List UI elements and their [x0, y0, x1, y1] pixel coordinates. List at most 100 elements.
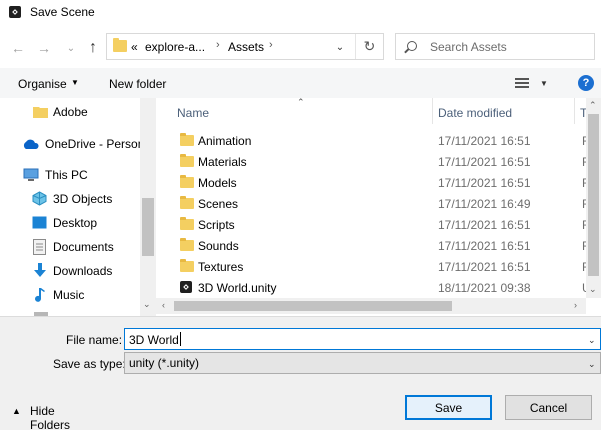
sidebar-item-3d-objects[interactable]: 3D Objects [0, 188, 140, 210]
file-name: Sounds [198, 239, 239, 253]
folder-icon [33, 107, 48, 118]
scrollbar-thumb[interactable] [588, 114, 599, 276]
back-arrow-icon[interactable]: ← [8, 38, 28, 58]
sort-ascending-icon: ⌃ [297, 98, 305, 107]
file-name-value: 3D World [129, 333, 179, 347]
breadcrumb-segment[interactable]: explore-a... [145, 40, 205, 54]
folder-icon [180, 259, 194, 272]
file-name: Materials [198, 155, 247, 169]
file-name: Models [198, 176, 237, 190]
scroll-left-arrow-icon[interactable]: ‹ [162, 300, 165, 310]
save-as-type-value: unity (*.unity) [129, 356, 200, 370]
list-item[interactable]: Animation 17/11/2021 16:51 Fi [156, 131, 592, 152]
sidebar-item-desktop[interactable]: Desktop [0, 212, 140, 234]
address-bar[interactable]: « explore-a... › Assets › ⌄ ↻ [106, 33, 384, 60]
scroll-up-arrow-icon[interactable]: ⌃ [589, 100, 597, 111]
3d-objects-icon [32, 191, 47, 206]
scroll-right-arrow-icon[interactable]: › [574, 300, 577, 310]
unity-file-icon [180, 281, 192, 293]
breadcrumb-overflow[interactable]: « [131, 40, 138, 54]
folder-icon [180, 154, 194, 167]
sidebar-item-label: Downloads [53, 264, 113, 278]
sidebar-item-label: This PC [45, 168, 88, 182]
scroll-down-arrow-icon[interactable]: ⌄ [143, 299, 151, 310]
search-input[interactable] [430, 38, 590, 56]
sidebar-item-label: Music [53, 288, 85, 302]
sidebar-item-this-pc[interactable]: This PC [0, 164, 140, 186]
cancel-button[interactable]: Cancel [505, 395, 592, 420]
music-icon [35, 288, 45, 302]
recent-locations-chevron-icon[interactable]: ⌄ [61, 38, 81, 58]
sidebar-item-downloads[interactable]: Downloads [0, 260, 140, 282]
breadcrumb-chevron-icon[interactable]: › [216, 39, 220, 51]
list-item[interactable]: Models 17/11/2021 16:51 Fi [156, 173, 592, 194]
list-item[interactable]: Scenes 17/11/2021 16:49 Fi [156, 194, 592, 215]
list-item[interactable]: Textures 17/11/2021 16:51 Fi [156, 257, 592, 278]
sidebar-item-onedrive[interactable]: OneDrive - Person [0, 133, 140, 155]
save-as-type-label: Save as type: [53, 357, 126, 371]
file-name-label: File name: [66, 333, 123, 347]
command-bar: Organise ▼ New folder ▼ ? [0, 68, 601, 98]
chevron-down-icon[interactable]: ⌄ [588, 335, 596, 346]
sidebar-item-documents[interactable]: Documents [0, 236, 140, 258]
file-date: 17/11/2021 16:51 [438, 155, 531, 169]
breadcrumb-chevron-icon[interactable]: › [269, 39, 273, 51]
folder-icon [180, 238, 194, 251]
folder-icon [180, 196, 194, 209]
text-caret [179, 332, 181, 346]
help-icon[interactable]: ? [578, 75, 594, 91]
chevron-down-icon[interactable]: ⌄ [588, 359, 596, 370]
scrollbar-thumb[interactable] [142, 198, 154, 256]
column-divider[interactable] [432, 98, 433, 124]
folder-icon [180, 217, 194, 230]
scroll-down-arrow-icon[interactable]: ⌄ [589, 284, 597, 295]
chevron-up-icon: ▲ [12, 406, 21, 416]
search-box[interactable] [395, 33, 595, 60]
window-title: Save Scene [30, 5, 95, 19]
list-item[interactable]: Sounds 17/11/2021 16:51 Fi [156, 236, 592, 257]
title-bar: Save Scene [0, 0, 601, 26]
file-list: ⌃ Name Date modified Ty Animation 17/11/… [156, 98, 601, 316]
column-header-date-modified[interactable]: Date modified [438, 106, 512, 120]
file-name-field[interactable]: 3D World ⌄ [124, 328, 601, 350]
view-options-icon[interactable] [515, 78, 529, 88]
chevron-down-icon[interactable]: ▼ [540, 79, 548, 88]
organise-button[interactable]: Organise [18, 77, 67, 91]
column-divider[interactable] [574, 98, 575, 124]
list-item[interactable]: Materials 17/11/2021 16:51 Fi [156, 152, 592, 173]
column-header-name[interactable]: Name [177, 106, 209, 120]
sidebar-item-label: OneDrive - Person [45, 137, 140, 151]
list-item[interactable]: 3D World.unity 18/11/2021 09:38 Ur [156, 278, 595, 299]
sidebar-item-adobe[interactable]: Adobe [0, 101, 140, 123]
file-date: 17/11/2021 16:51 [438, 239, 531, 253]
sidebar-item-music[interactable]: Music [0, 284, 140, 306]
computer-icon [23, 168, 39, 181]
desktop-icon [32, 216, 47, 229]
up-arrow-icon[interactable]: ↑ [83, 38, 103, 58]
refresh-icon[interactable]: ↻ [355, 34, 383, 59]
sidebar-item-label: Desktop [53, 216, 98, 230]
address-dropdown-icon[interactable]: ⌄ [334, 40, 346, 54]
breadcrumb-segment[interactable]: Assets [228, 40, 264, 54]
sidebar-item-label: Documents [53, 240, 114, 254]
file-date: 18/11/2021 09:38 [438, 281, 531, 295]
new-folder-button[interactable]: New folder [109, 77, 166, 91]
file-name: Animation [198, 134, 252, 148]
file-date: 17/11/2021 16:51 [438, 176, 531, 190]
navigation-pane: Adobe OneDrive - Person This PC 3D Objec… [0, 98, 156, 316]
navigation-pane-scrollbar[interactable]: ⌄ [140, 98, 156, 316]
chevron-down-icon[interactable]: ▼ [71, 78, 79, 87]
save-as-type-select[interactable]: unity (*.unity) ⌄ [124, 352, 601, 374]
file-list-vertical-scrollbar[interactable]: ⌃ ⌄ [586, 98, 601, 298]
save-options-panel: File name: 3D World ⌄ Save as type: unit… [0, 316, 601, 430]
scrollbar-thumb[interactable] [174, 301, 452, 311]
file-list-horizontal-scrollbar[interactable]: ‹ › [156, 298, 586, 314]
downloads-icon [34, 263, 46, 277]
file-name: 3D World.unity [198, 281, 277, 295]
onedrive-cloud-icon [23, 139, 39, 149]
navigation-row: ← → ⌄ ↑ « explore-a... › Assets › ⌄ ↻ [0, 26, 601, 68]
hide-folders-label: Hide Folders [30, 404, 71, 430]
save-button[interactable]: Save [405, 395, 492, 420]
list-item[interactable]: Scripts 17/11/2021 16:51 Fi [156, 215, 592, 236]
forward-arrow-icon[interactable]: → [34, 38, 54, 58]
